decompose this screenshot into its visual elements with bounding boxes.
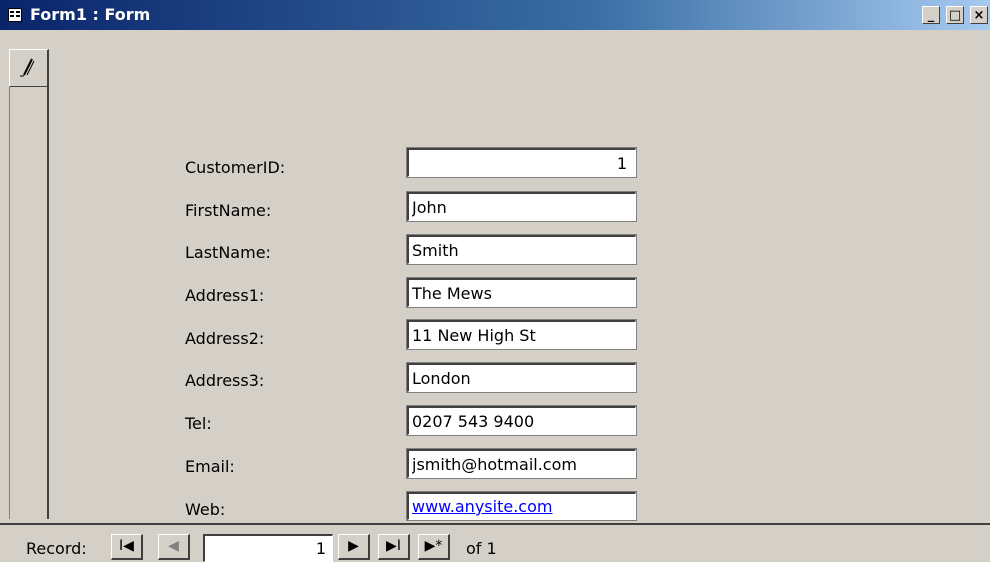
firstname-field[interactable] (406, 191, 637, 222)
window-title: Form1 : Form (30, 5, 151, 24)
customerid-label: CustomerID: (185, 158, 286, 177)
lastname-input[interactable] (409, 237, 635, 263)
address2-input[interactable] (409, 322, 635, 348)
customerid-input[interactable] (409, 150, 635, 176)
email-field[interactable] (406, 448, 637, 479)
address3-label: Address3: (185, 371, 265, 390)
address1-input[interactable] (409, 280, 635, 306)
firstname-input[interactable] (409, 194, 635, 220)
address1-label: Address1: (185, 286, 265, 305)
new-record-button[interactable]: ▶* (418, 534, 450, 560)
address2-label: Address2: (185, 329, 265, 348)
address3-input[interactable] (409, 365, 635, 391)
maximize-button[interactable]: □ (946, 6, 964, 24)
firstname-label: FirstName: (185, 201, 272, 220)
lastname-label: LastName: (185, 243, 271, 262)
customerid-field[interactable] (406, 147, 637, 178)
previous-record-button[interactable]: ◀ (158, 534, 190, 560)
record-selector-column (9, 49, 49, 519)
web-link[interactable]: www.anysite.com (409, 494, 635, 519)
record-selector[interactable] (9, 49, 49, 87)
next-record-button[interactable]: ▶ (338, 534, 370, 560)
tel-label: Tel: (185, 414, 212, 433)
web-label: Web: (185, 500, 226, 519)
pencil-icon (20, 58, 35, 77)
current-record-input[interactable] (205, 536, 332, 561)
lastname-field[interactable] (406, 234, 637, 265)
tel-input[interactable] (409, 408, 635, 434)
address1-field[interactable] (406, 277, 637, 308)
tel-field[interactable] (406, 405, 637, 436)
record-count: of 1 (466, 539, 497, 558)
title-bar[interactable]: Form1 : Form _ □ × (0, 0, 990, 30)
web-field[interactable]: www.anysite.com (406, 491, 637, 521)
current-record-field[interactable] (203, 534, 333, 562)
email-input[interactable] (409, 451, 635, 477)
address3-field[interactable] (406, 362, 637, 393)
record-label: Record: (26, 539, 87, 558)
last-record-button[interactable]: ▶I (378, 534, 410, 560)
first-record-button[interactable]: I◀ (111, 534, 143, 560)
minimize-button[interactable]: _ (922, 6, 940, 24)
close-button[interactable]: × (970, 6, 988, 24)
email-label: Email: (185, 457, 235, 476)
address2-field[interactable] (406, 319, 637, 350)
record-navigation-bar: Record: I◀ ◀ ▶ ▶I ▶* of 1 (0, 523, 990, 562)
form-icon (8, 8, 22, 22)
